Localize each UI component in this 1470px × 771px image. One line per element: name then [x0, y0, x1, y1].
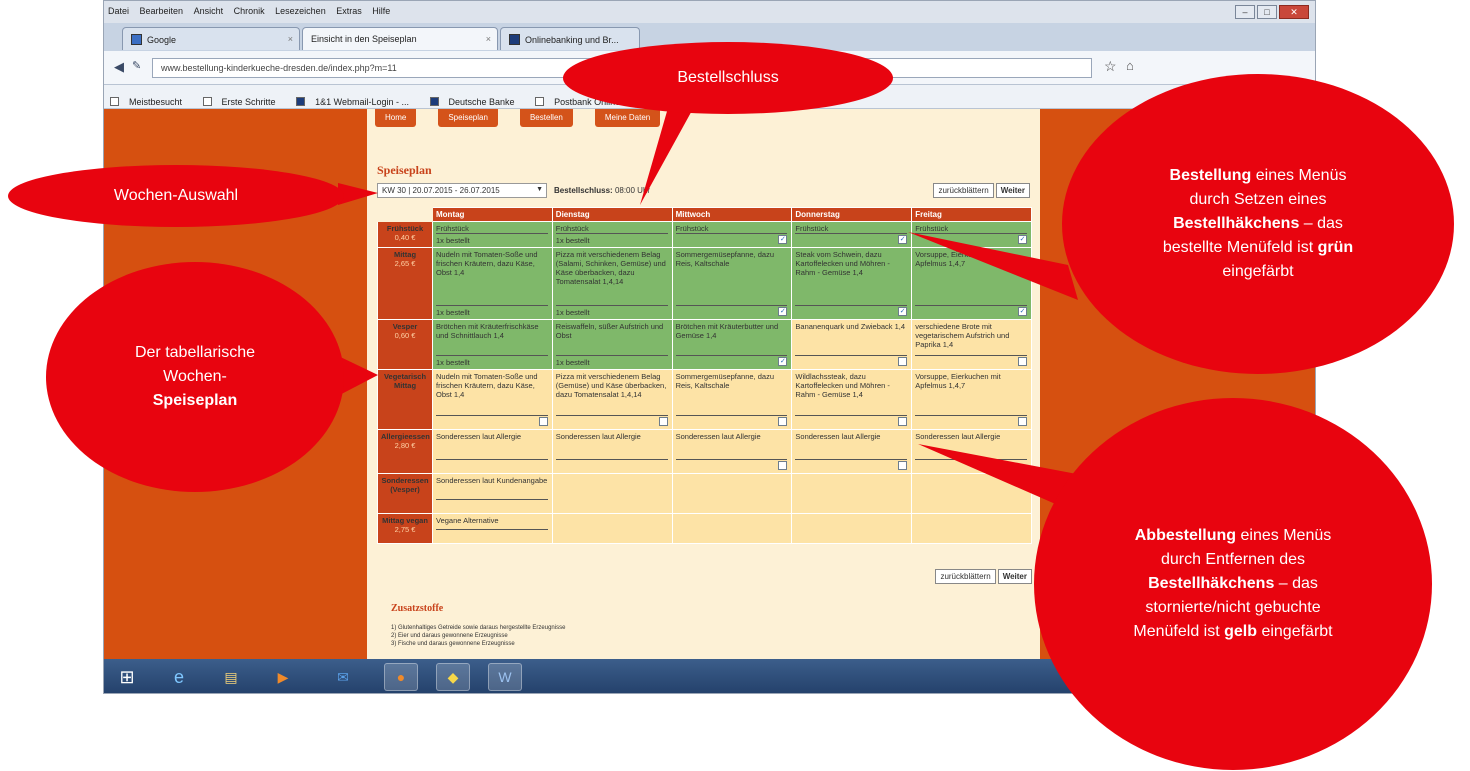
callout-abbestellung: Abbestellung eines Menüs durch Entfernen… — [1034, 398, 1432, 770]
callout-speiseplan-pre: Der tabellarische Wochen- — [134, 344, 256, 385]
callout-bold: Bestellhäkchens — [1173, 215, 1300, 232]
callout-span: eingefärbt — [1257, 623, 1333, 640]
callout-bold: Bestellhäkchens — [1148, 575, 1275, 592]
callout-bold: grün — [1317, 239, 1354, 256]
callout-bold: gelb — [1224, 623, 1257, 640]
wochen-auswahl-tail — [338, 183, 378, 205]
callout-speiseplan: Der tabellarische Wochen- Speiseplan — [46, 262, 344, 492]
callout-bestellschluss: Bestellschluss — [563, 42, 893, 114]
callout-bestellschluss-text: Bestellschluss — [677, 69, 779, 86]
callout-speiseplan-bold: Speiseplan — [152, 392, 238, 409]
callout-span: eingefärbt — [1222, 263, 1294, 280]
bestellung-tail — [908, 232, 1078, 300]
callout-bold: Abbestellung — [1134, 527, 1237, 544]
callout-bestellung: Bestellung eines Menüs durch Setzen eine… — [1062, 74, 1454, 374]
callout-wochen-auswahl: Wochen-Auswahl — [8, 165, 344, 227]
callout-abbestellung-text: Abbestellung eines Menüs durch Entfernen… — [1128, 524, 1338, 644]
annotated-screenshot: Datei Bearbeiten Ansicht Chronik Lesezei… — [0, 0, 1470, 771]
callout-speiseplan-text: Der tabellarische Wochen- Speiseplan — [130, 341, 260, 413]
callout-bold: Bestellung — [1169, 167, 1252, 184]
callout-wochen-auswahl-text: Wochen-Auswahl — [113, 187, 239, 204]
callout-bestellung-text: Bestellung eines Menüs durch Setzen eine… — [1148, 164, 1368, 284]
